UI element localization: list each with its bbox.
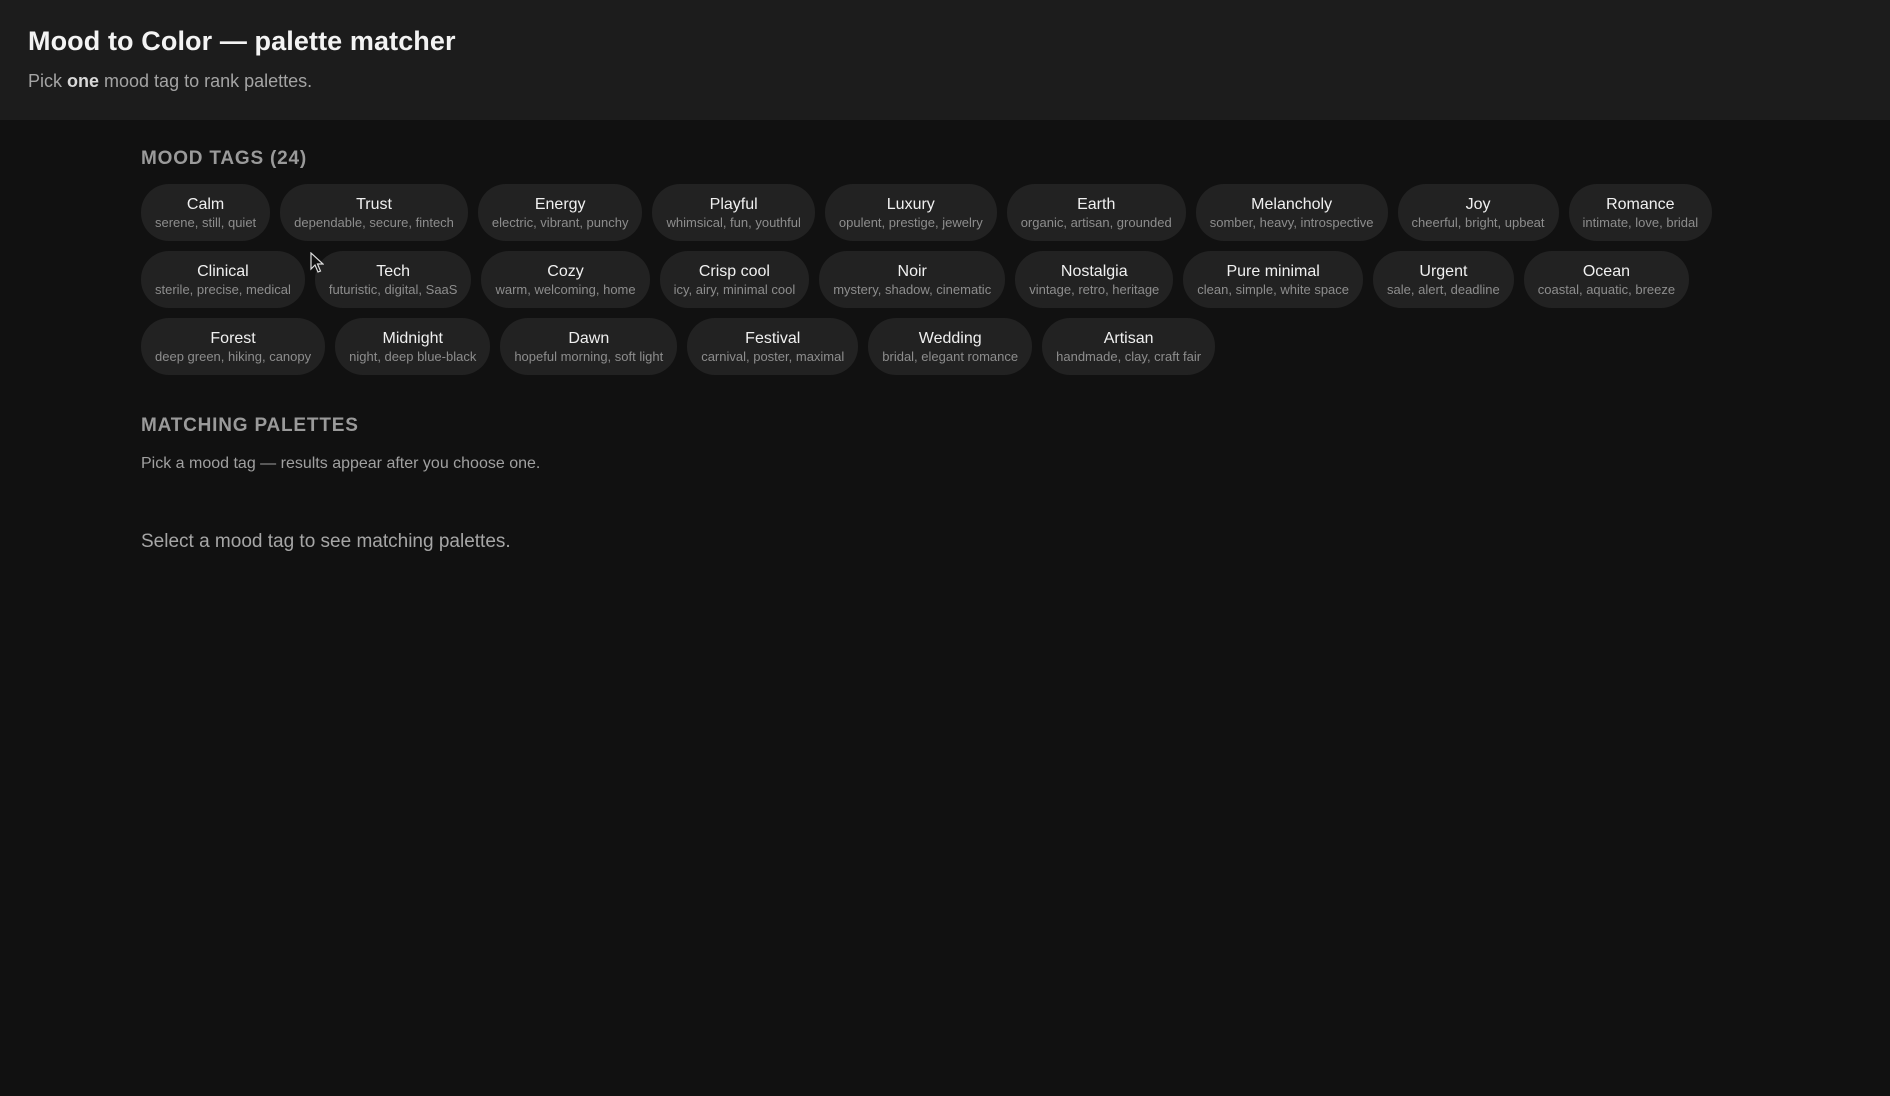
- mood-tag-name: Festival: [745, 329, 801, 347]
- mood-tag-name: Trust: [356, 195, 392, 213]
- mood-tag-midnight[interactable]: Midnight night, deep blue-black: [335, 318, 491, 375]
- mood-tag-name: Luxury: [886, 195, 935, 213]
- mood-tag-calm[interactable]: Calm serene, still, quiet: [141, 184, 271, 241]
- page-subtitle: Pick one mood tag to rank palettes.: [28, 71, 1862, 92]
- mood-tag-description: deep green, hiking, canopy: [155, 348, 312, 364]
- mood-tag-description: bridal, elegant romance: [882, 348, 1019, 364]
- mood-tag-name: Forest: [210, 329, 256, 347]
- mood-tag-name: Crisp cool: [698, 262, 770, 280]
- mood-tag-description: handmade, clay, craft fair: [1056, 348, 1202, 364]
- mood-tag-luxury[interactable]: Luxury opulent, prestige, jewelry: [824, 184, 997, 241]
- palettes-hint: Pick a mood tag — results appear after y…: [141, 455, 541, 472]
- mood-tag-tech[interactable]: Tech futuristic, digital, SaaS: [314, 251, 472, 308]
- subtitle-emphasis: one: [67, 71, 100, 91]
- mood-tag-description: somber, heavy, introspective: [1209, 214, 1374, 230]
- mood-tag-name: Tech: [376, 262, 411, 280]
- mood-tag-clinical[interactable]: Clinical sterile, precise, medical: [141, 251, 305, 308]
- mouse-cursor-icon: [310, 252, 324, 273]
- mood-tag-dawn[interactable]: Dawn hopeful morning, soft light: [500, 318, 678, 375]
- mood-tag-name: Calm: [186, 195, 225, 213]
- mood-tag-earth[interactable]: Earth organic, artisan, grounded: [1006, 184, 1186, 241]
- mood-tag-description: night, deep blue-black: [349, 348, 477, 364]
- mood-tag-description: warm, welcoming, home: [495, 281, 636, 297]
- mood-tag-description: opulent, prestige, jewelry: [838, 214, 983, 230]
- mood-tag-joy[interactable]: Joy cheerful, bright, upbeat: [1397, 184, 1559, 241]
- mood-tag-description: sterile, precise, medical: [155, 281, 291, 297]
- mood-tag-name: Melancholy: [1251, 195, 1333, 213]
- mood-tag-name: Pure minimal: [1226, 262, 1320, 280]
- mood-tag-description: electric, vibrant, punchy: [491, 214, 629, 230]
- mood-tag-nostalgia[interactable]: Nostalgia vintage, retro, heritage: [1015, 251, 1174, 308]
- mood-tag-energy[interactable]: Energy electric, vibrant, punchy: [477, 184, 643, 241]
- mood-tag-playful[interactable]: Playful whimsical, fun, youthful: [652, 184, 815, 241]
- mood-tag-ocean[interactable]: Ocean coastal, aquatic, breeze: [1523, 251, 1690, 308]
- mood-tag-forest[interactable]: Forest deep green, hiking, canopy: [141, 318, 326, 375]
- mood-tag-name: Nostalgia: [1060, 262, 1128, 280]
- mood-tag-name: Romance: [1606, 195, 1675, 213]
- main-content: MOOD TAGS (24) Calm serene, still, quiet T…: [0, 120, 1890, 553]
- mood-tag-description: clean, simple, white space: [1197, 281, 1350, 297]
- mood-tag-name: Clinical: [197, 262, 249, 280]
- mood-tag-name: Noir: [897, 262, 927, 280]
- mood-tag-description: vintage, retro, heritage: [1029, 281, 1160, 297]
- mood-tag-description: dependable, secure, fintech: [294, 214, 454, 230]
- mood-tag-description: carnival, poster, maximal: [701, 348, 845, 364]
- mood-tag-name: Energy: [534, 195, 586, 213]
- mood-tag-festival[interactable]: Festival carnival, poster, maximal: [687, 318, 859, 375]
- mood-tag-pure-minimal[interactable]: Pure minimal clean, simple, white space: [1183, 251, 1364, 308]
- mood-tag-cozy[interactable]: Cozy warm, welcoming, home: [481, 251, 650, 308]
- mood-tag-name: Dawn: [568, 329, 610, 347]
- mood-tag-name: Ocean: [1582, 262, 1630, 280]
- page-title: Mood to Color — palette matcher: [28, 26, 456, 56]
- mood-tag-name: Midnight: [382, 329, 443, 347]
- mood-tag-name: Artisan: [1103, 329, 1154, 347]
- mood-tag-name: Joy: [1465, 195, 1491, 213]
- mood-tag-name: Urgent: [1419, 262, 1468, 280]
- mood-tag-list: Calm serene, still, quiet Trust dependable,…: [141, 184, 1741, 375]
- mood-tag-name: Playful: [709, 195, 758, 213]
- mood-tag-name: Earth: [1077, 195, 1116, 213]
- mood-tag-description: mystery, shadow, cinematic: [833, 281, 992, 297]
- mood-tag-description: coastal, aquatic, breeze: [1537, 281, 1676, 297]
- mood-tag-description: sale, alert, deadline: [1387, 281, 1500, 297]
- mood-tag-trust[interactable]: Trust dependable, secure, fintech: [280, 184, 468, 241]
- mood-tag-description: intimate, love, bridal: [1582, 214, 1699, 230]
- mood-tag-name: Wedding: [918, 329, 982, 347]
- mood-tag-name: Cozy: [547, 262, 584, 280]
- mood-tag-description: icy, airy, minimal cool: [673, 281, 796, 297]
- app-header: Mood to Color — palette matcher Pick one…: [0, 0, 1890, 120]
- mood-tag-romance[interactable]: Romance intimate, love, bridal: [1568, 184, 1713, 241]
- subtitle-text-before: Pick: [28, 71, 68, 91]
- mood-tag-description: cheerful, bright, upbeat: [1411, 214, 1545, 230]
- mood-tag-wedding[interactable]: Wedding bridal, elegant romance: [868, 318, 1033, 375]
- mood-tag-description: futuristic, digital, SaaS: [328, 281, 458, 297]
- mood-tag-description: whimsical, fun, youthful: [666, 214, 801, 230]
- subtitle-text-after: mood tag to rank palettes.: [99, 71, 313, 91]
- mood-tag-description: serene, still, quiet: [155, 214, 257, 230]
- mood-tag-description: organic, artisan, grounded: [1020, 214, 1172, 230]
- palettes-empty-state: Select a mood tag to see matching palett…: [141, 531, 511, 552]
- matching-palettes-heading: MATCHING PALETTES: [141, 415, 359, 436]
- mood-tag-description: hopeful morning, soft light: [514, 348, 664, 364]
- mood-tag-melancholy[interactable]: Melancholy somber, heavy, introspective: [1195, 184, 1388, 241]
- mood-tags-heading: MOOD TAGS (24): [141, 148, 308, 169]
- mood-tag-artisan[interactable]: Artisan handmade, clay, craft fair: [1042, 318, 1216, 375]
- mood-tag-noir[interactable]: Noir mystery, shadow, cinematic: [819, 251, 1006, 308]
- mood-tag-crisp-cool[interactable]: Crisp cool icy, airy, minimal cool: [659, 251, 810, 308]
- mood-tag-urgent[interactable]: Urgent sale, alert, deadline: [1373, 251, 1514, 308]
